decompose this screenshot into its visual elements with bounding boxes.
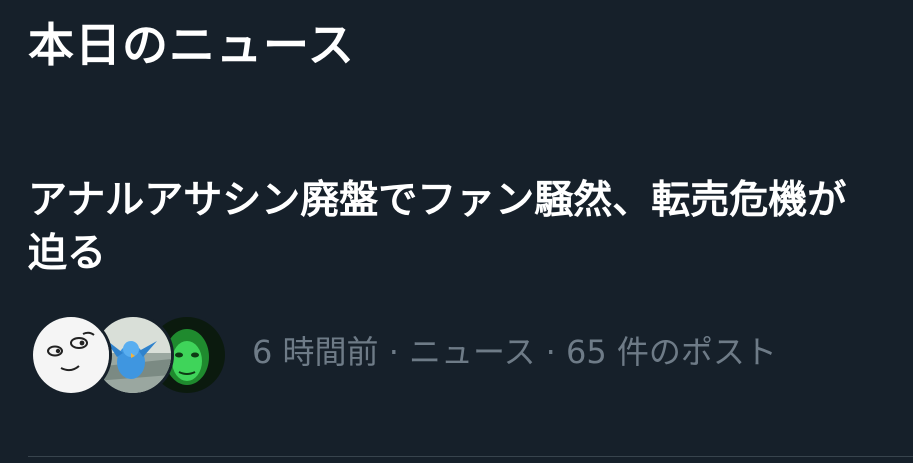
avatar (30, 314, 112, 396)
divider (28, 456, 913, 457)
avatar-stack (30, 314, 228, 396)
avatar-smiley-icon (33, 317, 109, 393)
news-meta: 6 時間前 · ニュース · 65 件のポスト (252, 333, 777, 371)
section-title: 本日のニュース (28, 18, 355, 72)
news-meta-row: 6 時間前 · ニュース · 65 件のポスト (30, 312, 890, 396)
news-item[interactable]: アナルアサシン廃盤でファン騒然、転売危機が迫る 6 時間前 · ニュース · 6… (0, 160, 913, 456)
news-headline[interactable]: アナルアサシン廃盤でファン騒然、転売危機が迫る (28, 174, 878, 280)
